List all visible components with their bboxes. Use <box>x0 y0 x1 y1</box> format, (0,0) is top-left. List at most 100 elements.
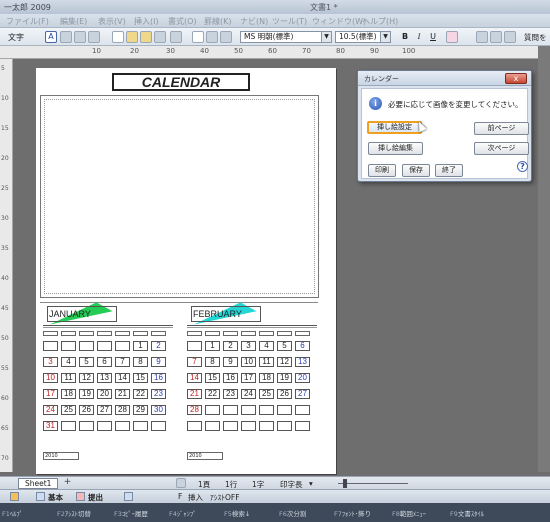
align-right-icon[interactable] <box>504 31 516 43</box>
chevron-down-icon[interactable]: ▼ <box>380 32 390 42</box>
sheet-tab[interactable]: Sheet1 <box>18 478 59 489</box>
menu-tools[interactable]: ツール(T) <box>272 16 307 27</box>
day-cell: 3 <box>43 357 58 367</box>
day-cell: 17 <box>241 373 256 383</box>
assist-mode[interactable]: ｱｼｽﾄOFF <box>210 492 240 503</box>
ruler-tick: 40 <box>200 47 209 55</box>
zoom-slider[interactable] <box>338 483 408 484</box>
italic-button[interactable]: I <box>413 31 425 43</box>
menu-format[interactable]: 書式(O) <box>168 16 197 27</box>
menu-bar: ファイル(F) 編集(E) 表示(V) 挿入(I) 書式(O) 罫線(K) ナビ… <box>0 14 550 28</box>
fkey-f5[interactable]: F5検索↓ <box>224 508 250 518</box>
align-center-icon[interactable] <box>490 31 502 43</box>
menu-help[interactable]: ヘルプ(H) <box>362 16 398 27</box>
fkey-f3[interactable]: F3ｺﾋﾟｰ履歴 <box>114 508 148 518</box>
ruler-tick: 55 <box>1 365 9 372</box>
align-left-icon[interactable] <box>476 31 488 43</box>
insert-mode[interactable]: 挿入 <box>188 492 203 503</box>
fkey-f1[interactable]: F1ﾍﾙﾌﾟ <box>2 508 23 518</box>
basic-mode-icon[interactable] <box>36 492 45 501</box>
font-select[interactable]: MS 明朝(標準) ▼ <box>240 31 332 43</box>
text-a-icon[interactable]: A <box>45 31 57 43</box>
day-cell: 9 <box>151 357 166 367</box>
cut-icon[interactable] <box>192 31 204 43</box>
open-recent-icon[interactable] <box>140 31 152 43</box>
day-cell: 14 <box>187 373 202 383</box>
section-divider <box>40 302 318 303</box>
fkey-f2[interactable]: F2ｱｼｽﾄ切替 <box>57 508 91 518</box>
day-cell <box>43 341 58 351</box>
zoom-slider-handle[interactable] <box>343 479 347 488</box>
month-label: FEBRUARY <box>191 306 261 322</box>
day-cell: 23 <box>151 389 166 399</box>
edit-picture-button[interactable]: 挿し絵編集 <box>368 142 423 155</box>
day-cell <box>241 405 256 415</box>
day-cell: 28 <box>115 405 130 415</box>
day-cell: 21 <box>187 389 202 399</box>
day-cell: 25 <box>61 405 76 415</box>
picture-frame[interactable] <box>40 95 319 298</box>
page-view-icon[interactable] <box>176 478 186 488</box>
new-document-icon[interactable] <box>112 31 124 43</box>
day-cell: 15 <box>205 373 220 383</box>
menu-icon[interactable] <box>10 492 19 501</box>
submit-mode-icon[interactable] <box>76 492 85 501</box>
menu-edit[interactable]: 編集(E) <box>60 16 87 27</box>
open-folder-icon[interactable] <box>126 31 138 43</box>
day-cell <box>187 341 202 351</box>
menu-insert[interactable]: 挿入(I) <box>134 16 159 27</box>
fkey-f6[interactable]: F6次分割 <box>279 508 306 518</box>
underline-button[interactable]: U <box>427 31 439 43</box>
chevron-down-icon[interactable]: ▾ <box>309 479 313 488</box>
ruler-tick: 70 <box>1 455 9 462</box>
basic-mode-label[interactable]: 基本 <box>48 492 63 503</box>
print-button[interactable]: 印刷 <box>368 164 396 177</box>
bold-button[interactable]: B <box>399 31 411 43</box>
sheet-bar: Sheet1 + 1頁 1行 1字 印字長 ▾ <box>0 476 550 489</box>
close-button[interactable]: x <box>505 73 527 84</box>
month-label: JANUARY <box>47 306 117 322</box>
question-field[interactable]: 質問を <box>524 32 547 43</box>
save-icon[interactable] <box>154 31 166 43</box>
finish-button[interactable]: 終了 <box>435 164 463 177</box>
day-cell <box>259 421 274 431</box>
day-cell: 6 <box>295 341 310 351</box>
next-page-button[interactable]: 次ページ <box>474 142 529 155</box>
day-cell: 2 <box>151 341 166 351</box>
shape-icon[interactable] <box>88 31 100 43</box>
marker-icon[interactable] <box>74 31 86 43</box>
pen-icon[interactable] <box>60 31 72 43</box>
menu-file[interactable]: ファイル(F) <box>6 16 49 27</box>
menu-navi[interactable]: ナビ(N) <box>240 16 268 27</box>
insert-settings-button[interactable]: 挿し絵設定 <box>367 121 422 134</box>
menu-ruled-lines[interactable]: 罫線(K) <box>204 16 232 27</box>
submit-mode-label[interactable]: 提出 <box>88 492 103 503</box>
undo-icon[interactable] <box>206 31 218 43</box>
day-cell: 23 <box>223 389 238 399</box>
fkey-f9[interactable]: F9文書ｽﾀｲﾙ <box>450 508 484 518</box>
help-icon[interactable]: ? <box>517 161 528 172</box>
dialog-title-bar[interactable]: カレンダー x <box>358 71 531 86</box>
day-cell: 25 <box>259 389 274 399</box>
vertical-scrollbar[interactable] <box>538 46 550 472</box>
highlight-icon[interactable] <box>446 31 458 43</box>
document-page[interactable]: CALENDAR JANUARY 2010 1 2 3 4 5 6 7 8 9 10 11 12 13 1… <box>36 68 336 474</box>
add-sheet-button[interactable]: + <box>62 478 73 489</box>
save-button[interactable]: 保存 <box>402 164 430 177</box>
mode-toggle-icon[interactable] <box>124 492 133 501</box>
fkey-f8[interactable]: F8範囲ﾒﾆｭｰ <box>392 508 426 518</box>
fkey-f7[interactable]: F7ﾌｫﾝﾄ･飾り <box>334 508 371 518</box>
print-icon[interactable] <box>170 31 182 43</box>
weekday-header <box>115 331 130 336</box>
font-size-select[interactable]: 10.5(標準) ▼ <box>335 31 391 43</box>
weekday-header <box>97 331 112 336</box>
month-rule <box>43 325 173 326</box>
prev-page-button[interactable]: 前ページ <box>474 122 529 135</box>
menu-window[interactable]: ウィンドウ(W) <box>312 16 366 27</box>
chevron-down-icon[interactable]: ▼ <box>321 32 331 42</box>
ruler-tick: 20 <box>1 155 9 162</box>
fkey-f4[interactable]: F4ｼﾞｬﾝﾌﾟ <box>169 508 196 518</box>
ruler-tick: 15 <box>1 125 9 132</box>
paste-icon[interactable] <box>220 31 232 43</box>
menu-view[interactable]: 表示(V) <box>98 16 126 27</box>
